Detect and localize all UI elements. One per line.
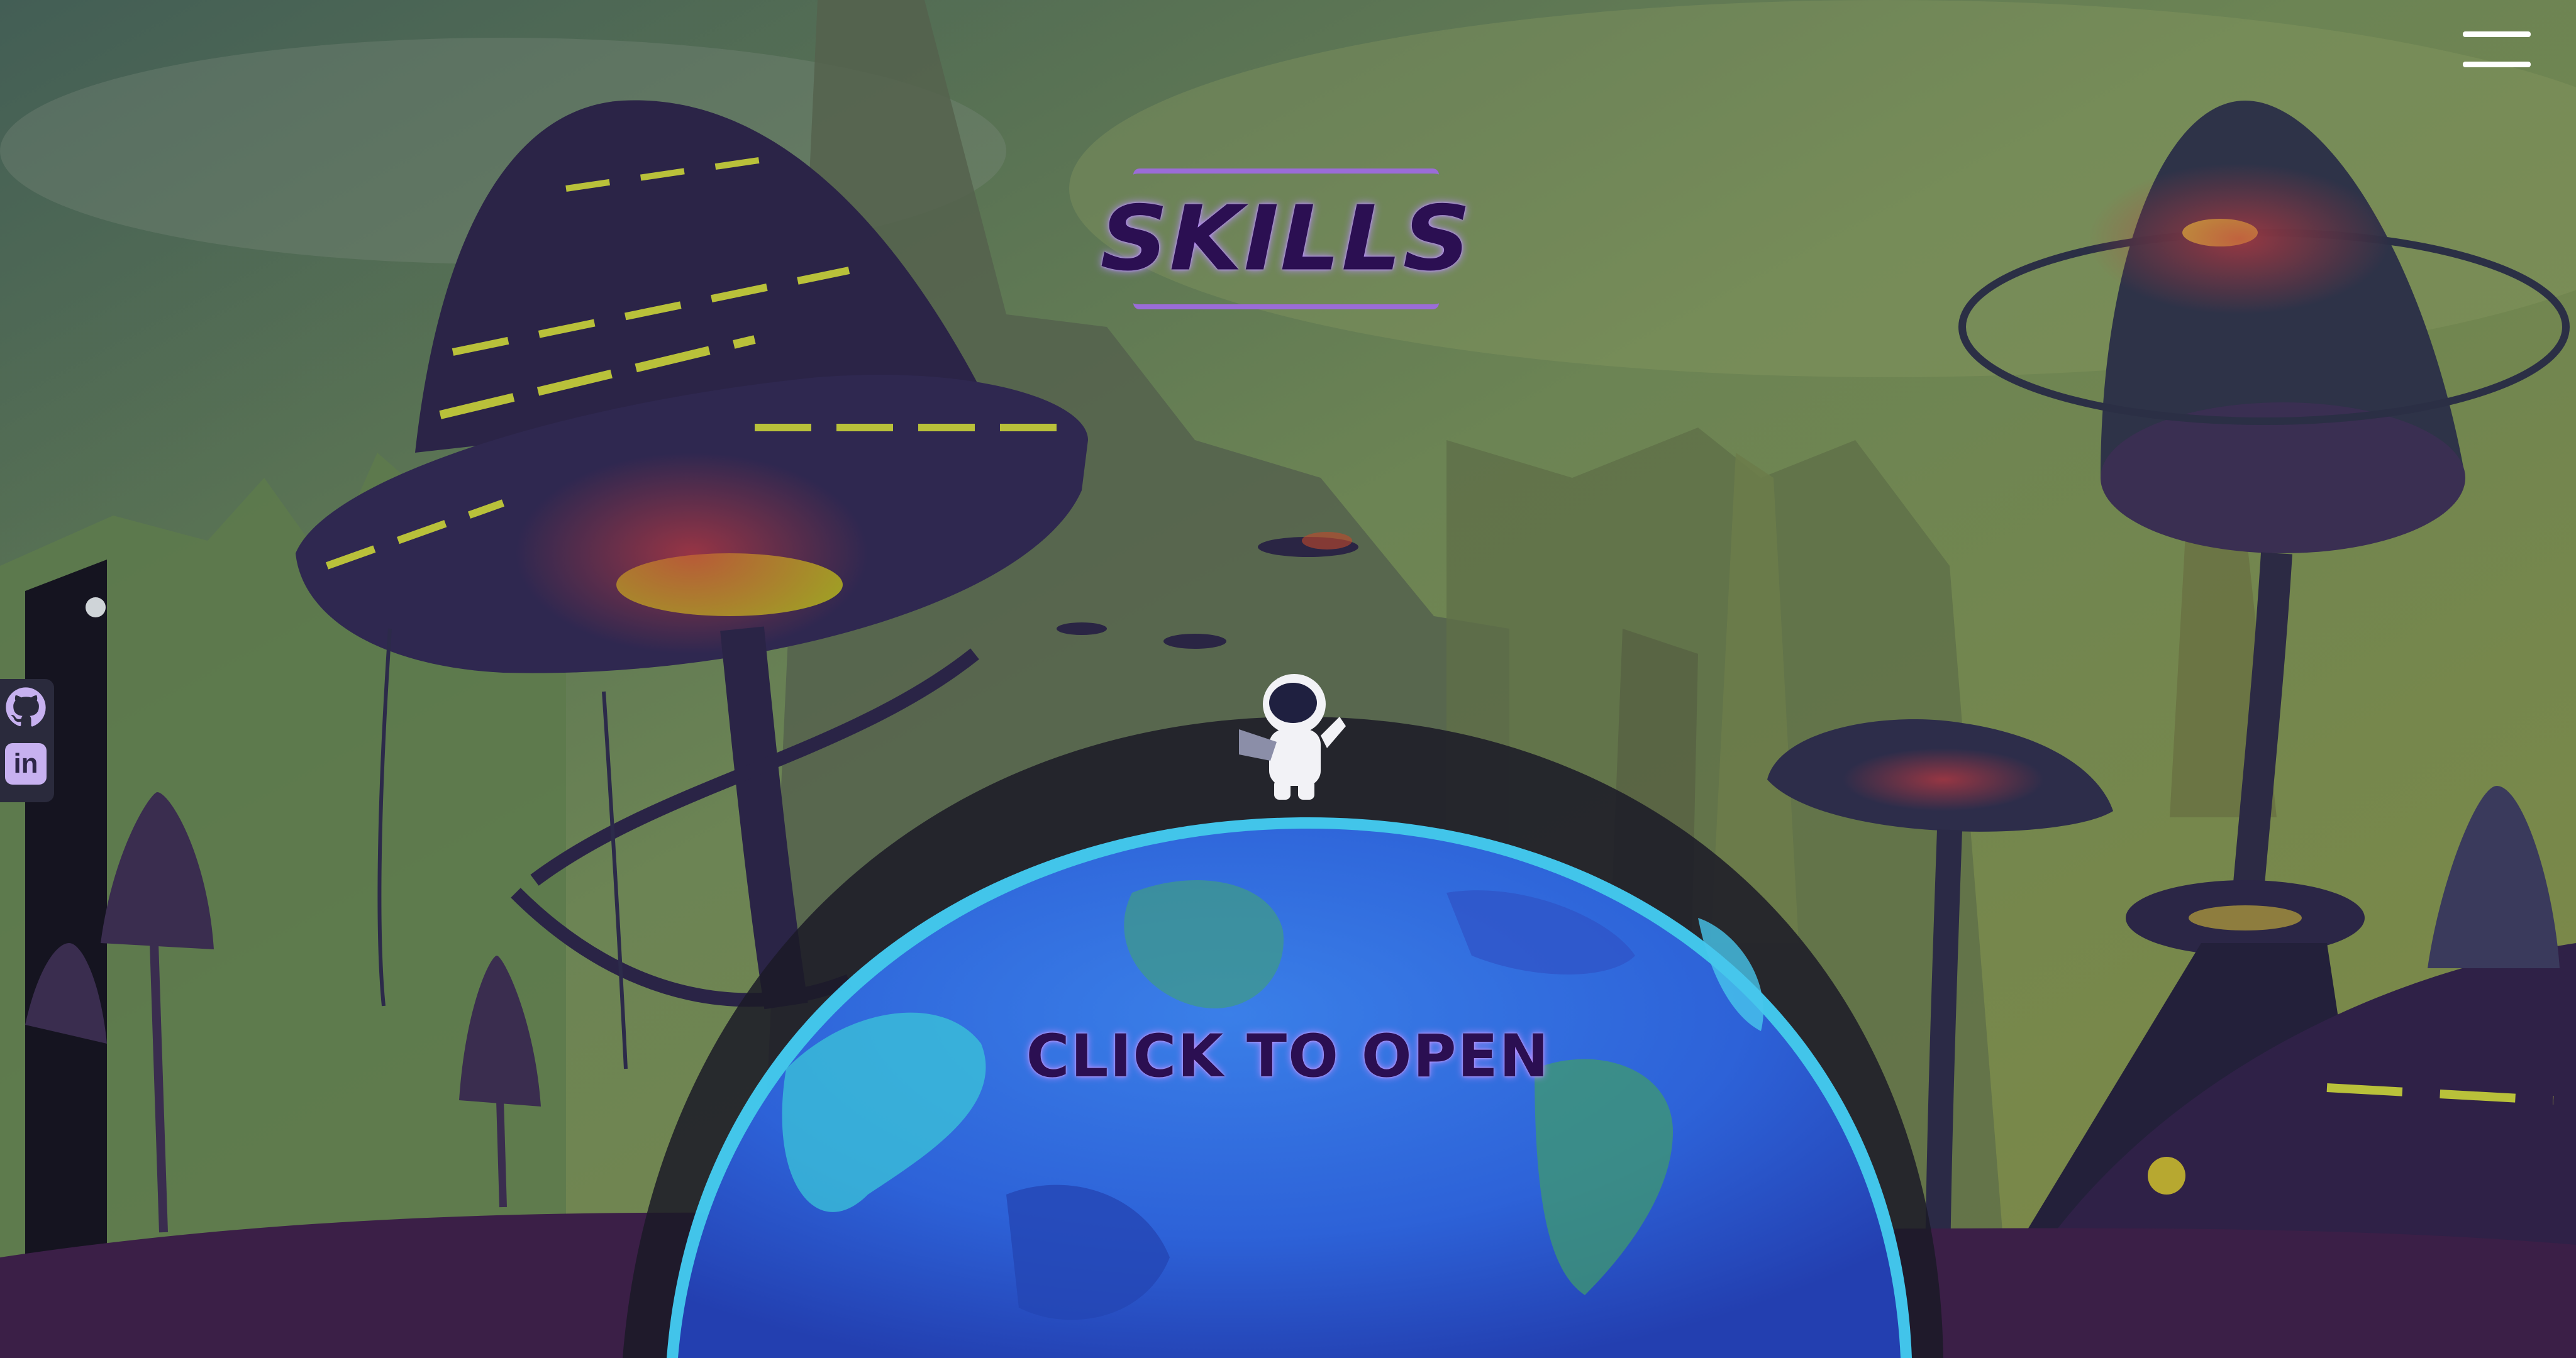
linkedin-link[interactable]: in	[5, 743, 47, 785]
github-link[interactable]	[5, 687, 47, 728]
social-links-bar: in	[0, 679, 54, 802]
hamburger-line-bottom	[2463, 62, 2531, 67]
open-skills-button[interactable]: CLICK TO OPEN	[975, 1006, 1601, 1107]
page-title: SKILLS	[1100, 187, 1472, 291]
linkedin-icon: in	[13, 748, 38, 779]
hamburger-line-top	[2463, 31, 2531, 37]
open-skills-label: CLICK TO OPEN	[1026, 1022, 1550, 1091]
page-title-frame: SKILLS	[1100, 168, 1471, 309]
hamburger-menu-button[interactable]	[2459, 28, 2534, 70]
github-icon	[6, 687, 46, 727]
